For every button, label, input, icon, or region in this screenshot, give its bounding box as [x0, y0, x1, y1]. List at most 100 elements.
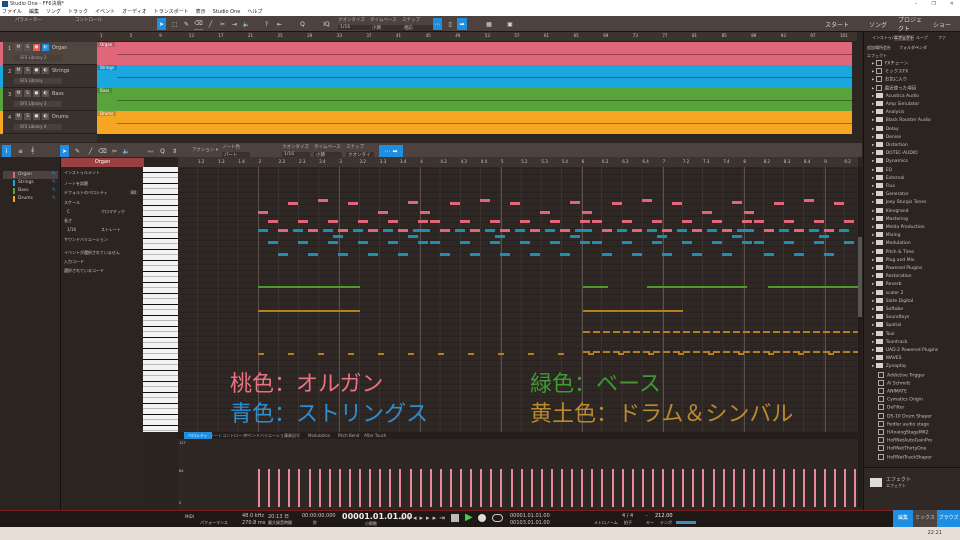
- velocity-bar[interactable]: [833, 469, 836, 507]
- editor-nudge-tool[interactable]: ⇕: [170, 145, 179, 157]
- snap-toggle-button[interactable]: ⋯: [433, 18, 442, 30]
- midi-note[interactable]: [318, 199, 328, 202]
- editor-zoom-tool[interactable]: Q: [158, 145, 167, 157]
- midi-note[interactable]: [470, 229, 480, 232]
- velocity-bar[interactable]: [520, 469, 523, 507]
- velocity-bar[interactable]: [419, 469, 422, 507]
- midi-note[interactable]: [647, 229, 657, 232]
- velocity-bar[interactable]: [631, 469, 634, 507]
- midi-note-drums[interactable]: [348, 353, 354, 355]
- show-page-button[interactable]: ショー: [932, 18, 952, 30]
- midi-note-cymbal[interactable]: [633, 331, 640, 333]
- record-button[interactable]: ●: [33, 67, 40, 74]
- browser-special-item[interactable]: ▸ 最近使った項目: [872, 84, 916, 93]
- browser-folder[interactable]: ▸ Slate Digital: [872, 297, 913, 306]
- layout-button[interactable]: ▦: [482, 18, 496, 30]
- midi-note-drums[interactable]: [588, 353, 594, 355]
- midi-note[interactable]: [560, 229, 570, 232]
- browser-folder[interactable]: ▸ Distortion: [872, 142, 908, 150]
- parameter-select[interactable]: パラメーター: [15, 17, 55, 31]
- midi-note[interactable]: [545, 229, 555, 232]
- midi-note[interactable]: [388, 241, 398, 244]
- velocity-bar[interactable]: [752, 469, 755, 507]
- browser-folder[interactable]: ▸ Melda Production: [872, 224, 925, 232]
- browser-folder[interactable]: ▸ Plug and Mix: [872, 256, 915, 265]
- midi-note[interactable]: [632, 253, 642, 256]
- default-velocity-field[interactable]: 80: [129, 190, 139, 195]
- velocity-bar[interactable]: [692, 469, 695, 507]
- mute-button[interactable]: M: [15, 113, 22, 120]
- midi-note[interactable]: [622, 220, 632, 223]
- menu-item[interactable]: イベント: [95, 8, 115, 16]
- autoscroll-button[interactable]: ▯: [446, 18, 454, 30]
- track-name[interactable]: Bass: [52, 91, 64, 97]
- midi-note-drums[interactable]: [498, 353, 504, 355]
- midi-note[interactable]: [278, 229, 288, 232]
- midi-note[interactable]: [485, 229, 495, 232]
- midi-note[interactable]: [602, 229, 612, 232]
- midi-note[interactable]: [338, 229, 348, 232]
- pencil-tool-button[interactable]: ✎: [182, 18, 191, 30]
- browser-folder[interactable]: ▸ Amp Simulator: [872, 101, 919, 109]
- midi-note[interactable]: [348, 202, 358, 205]
- midi-note-drums[interactable]: [708, 353, 714, 355]
- browser-folder[interactable]: ▸ Spatial: [872, 322, 901, 330]
- menu-item[interactable]: ファイル: [2, 8, 22, 16]
- start-page-button[interactable]: スタート: [820, 18, 854, 30]
- track-header[interactable]: 1 M S ● ◐ Organ SFS Library 2: [0, 42, 97, 65]
- browser-folder[interactable]: ▸ Joey Sturgis Tones: [872, 199, 926, 207]
- midi-note[interactable]: [258, 229, 268, 232]
- velocity-bar[interactable]: [338, 469, 341, 507]
- midi-note[interactable]: [480, 199, 490, 202]
- midi-note[interactable]: [510, 202, 520, 205]
- browser-tab[interactable]: エフェクト: [894, 35, 914, 41]
- midi-note-cymbal[interactable]: [593, 351, 600, 353]
- browser-plugin[interactable]: DS-10 Drum Shaper: [878, 412, 932, 421]
- edit-pencil-icon[interactable]: ✎: [52, 187, 56, 193]
- midi-note[interactable]: [353, 229, 363, 232]
- midi-note-cymbal[interactable]: [803, 331, 810, 333]
- loop-button[interactable]: [492, 514, 503, 522]
- midi-note-drums[interactable]: [288, 353, 294, 355]
- midi-note[interactable]: [732, 235, 742, 238]
- velocity-bar[interactable]: [641, 469, 644, 507]
- browser-plugin[interactable]: HoRNetAutoGainPro: [878, 437, 932, 445]
- iq-button[interactable]: IQ: [322, 18, 331, 30]
- midi-note[interactable]: [570, 201, 580, 204]
- browser-folder[interactable]: ▸ Mastering: [872, 215, 908, 224]
- midi-note[interactable]: [495, 235, 505, 238]
- editor-track-item[interactable]: Organ ✎: [3, 171, 58, 179]
- midi-note[interactable]: [258, 211, 268, 214]
- midi-note-drums[interactable]: [318, 353, 324, 355]
- view-edit-button[interactable]: 編集: [893, 510, 913, 527]
- midi-note[interactable]: [308, 229, 318, 232]
- midi-note[interactable]: [682, 241, 692, 244]
- midi-note[interactable]: [490, 241, 500, 244]
- midi-note[interactable]: [602, 253, 612, 256]
- midi-note-drums[interactable]: [618, 353, 624, 355]
- midi-note[interactable]: [323, 229, 333, 232]
- midi-note-cymbal[interactable]: [583, 331, 590, 333]
- midi-note[interactable]: [592, 220, 602, 223]
- browser-folder[interactable]: ▸ External: [872, 174, 904, 183]
- velocity-bar[interactable]: [803, 469, 806, 507]
- midi-note[interactable]: [420, 229, 430, 232]
- volume-slider[interactable]: [676, 521, 696, 524]
- velocity-bar[interactable]: [581, 469, 584, 507]
- midi-note[interactable]: [617, 229, 627, 232]
- midi-note[interactable]: [632, 229, 642, 232]
- midi-note[interactable]: [794, 229, 804, 232]
- browser-plugin[interactable]: Cymatics Origin: [878, 396, 923, 404]
- editor-snap-toggle[interactable]: ⋯ ➡: [379, 145, 403, 157]
- notecolor-select[interactable]: ノート色 パート: [222, 144, 250, 158]
- velocity-bar[interactable]: [429, 469, 432, 507]
- monitor-button[interactable]: ◐: [42, 44, 49, 51]
- velocity-bar[interactable]: [278, 469, 281, 507]
- midi-note[interactable]: [500, 229, 510, 232]
- midi-note-cymbal[interactable]: [653, 331, 660, 333]
- midi-note[interactable]: [298, 241, 308, 244]
- midi-note[interactable]: [288, 202, 298, 205]
- instrument-select[interactable]: SFS Library: [14, 78, 62, 84]
- velocity-bar[interactable]: [328, 469, 331, 507]
- midi-note-cymbal[interactable]: [593, 331, 600, 333]
